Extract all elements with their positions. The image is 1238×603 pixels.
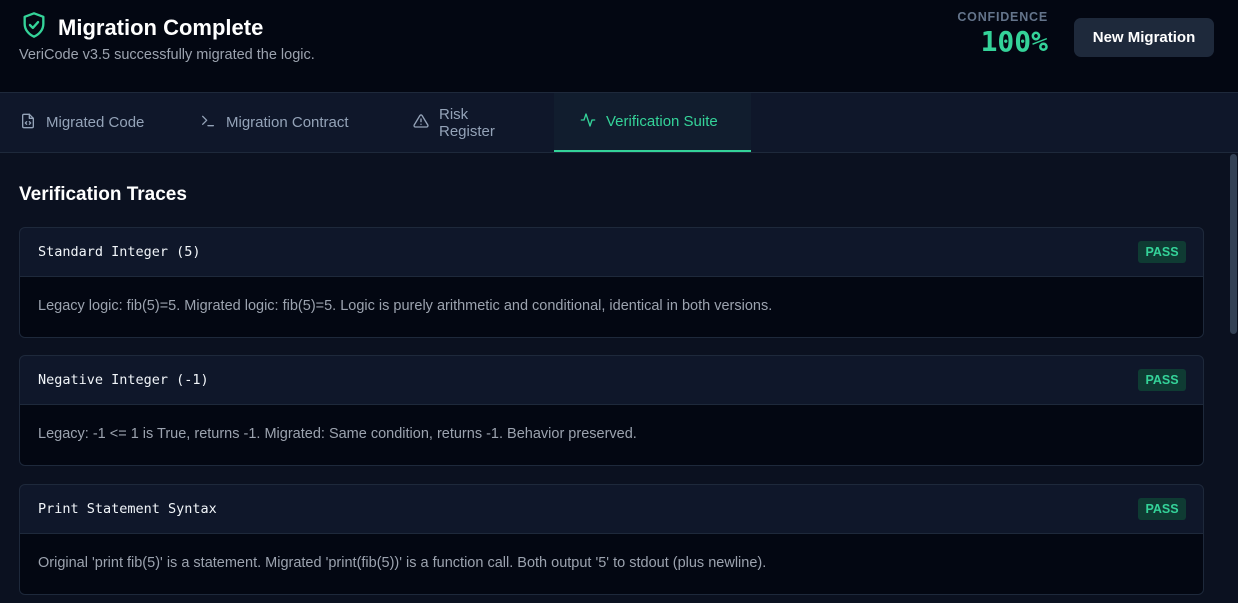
trace-card-body: Legacy logic: fib(5)=5. Migrated logic: …: [20, 277, 1203, 337]
tab-risk-register[interactable]: Risk Register: [387, 93, 554, 152]
app-header: Migration Complete VeriCode v3.5 success…: [0, 0, 1238, 93]
tab-verification-suite[interactable]: Verification Suite: [554, 93, 751, 152]
tab-label: Migration Contract: [226, 114, 349, 131]
tab-migrated-code[interactable]: Migrated Code: [0, 93, 176, 152]
confidence-label: CONFIDENCE: [957, 10, 1048, 24]
trace-description: Original 'print fib(5)' is a statement. …: [38, 555, 767, 571]
content-scrollbar[interactable]: [1228, 154, 1238, 603]
trace-card-header: Negative Integer (-1) PASS: [20, 356, 1203, 405]
status-badge: PASS: [1138, 498, 1186, 520]
confidence-panel: CONFIDENCE 100%: [940, 10, 1048, 58]
trace-card: Standard Integer (5) PASS Legacy logic: …: [19, 227, 1204, 338]
tab-migration-contract[interactable]: Migration Contract: [176, 93, 387, 152]
trace-description: Legacy: -1 <= 1 is True, returns -1. Mig…: [38, 426, 637, 442]
activity-icon: [580, 112, 606, 132]
tab-label: Risk Register: [439, 105, 495, 140]
trace-card: Print Statement Syntax PASS Original 'pr…: [19, 484, 1204, 595]
file-code-icon: [20, 113, 46, 133]
scrollbar-thumb[interactable]: [1230, 154, 1237, 334]
trace-card: Negative Integer (-1) PASS Legacy: -1 <=…: [19, 355, 1204, 466]
status-badge: PASS: [1138, 369, 1186, 391]
warning-icon: [413, 113, 439, 133]
verification-content: Verification Traces Standard Integer (5)…: [0, 154, 1228, 603]
trace-card-header: Print Statement Syntax PASS: [20, 485, 1203, 534]
trace-name: Standard Integer (5): [38, 244, 201, 260]
status-badge: PASS: [1138, 241, 1186, 263]
trace-card-header: Standard Integer (5) PASS: [20, 228, 1203, 277]
confidence-value: 100%: [980, 25, 1048, 58]
trace-card-body: Original 'print fib(5)' is a statement. …: [20, 534, 1203, 594]
new-migration-button[interactable]: New Migration: [1074, 18, 1214, 57]
shield-check-icon: [20, 11, 48, 44]
section-title: Verification Traces: [19, 184, 187, 205]
tab-label: Verification Suite: [606, 113, 718, 130]
trace-name: Print Statement Syntax: [38, 501, 217, 517]
title-row: Migration Complete: [20, 11, 263, 44]
page-title: Migration Complete: [58, 14, 264, 40]
tab-bar: Migrated Code Migration Contract Risk Re…: [0, 93, 1238, 153]
trace-description: Legacy logic: fib(5)=5. Migrated logic: …: [38, 298, 773, 314]
terminal-icon: [200, 113, 226, 133]
trace-name: Negative Integer (-1): [38, 372, 209, 388]
trace-card-body: Legacy: -1 <= 1 is True, returns -1. Mig…: [20, 405, 1203, 465]
tab-label: Migrated Code: [46, 114, 145, 131]
page-subtitle: VeriCode v3.5 successfully migrated the …: [19, 47, 315, 63]
